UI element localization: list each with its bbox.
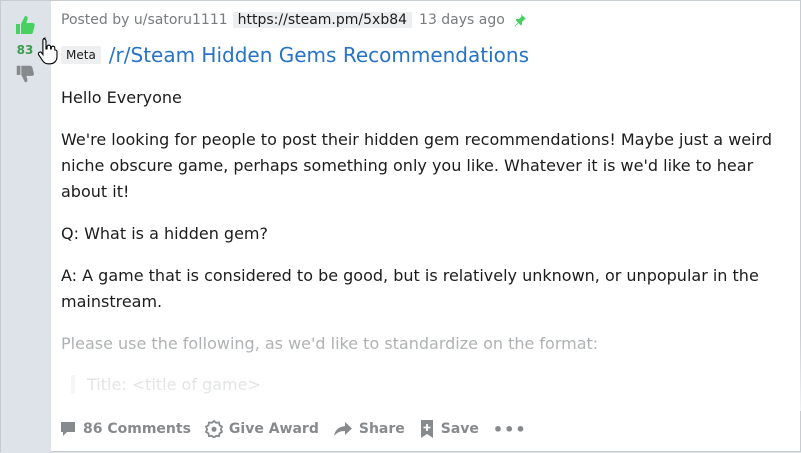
- post-age[interactable]: 13 days ago: [419, 12, 505, 28]
- posted-by[interactable]: Posted by u/satoru1111: [61, 12, 228, 28]
- post-title[interactable]: /r/Steam Hidden Gems Recommendations: [109, 43, 529, 67]
- comments-button[interactable]: 86 Comments: [59, 420, 191, 438]
- more-options-button[interactable]: •••: [493, 420, 527, 439]
- post-meta: Posted by u/satoru1111 https://steam.pm/…: [61, 12, 527, 28]
- share-icon: [333, 422, 352, 436]
- share-button[interactable]: Share: [333, 420, 405, 438]
- thumbs-up-icon[interactable]: [13, 13, 37, 37]
- comments-label: 86 Comments: [83, 421, 191, 437]
- body-paragraph: Please use the following, as we'd like t…: [61, 334, 599, 353]
- post-card: 83 Posted by u/satoru1111 https://steam.…: [0, 0, 801, 453]
- body-paragraph: A: A game that is considered to be good,…: [61, 266, 759, 311]
- award-icon: [204, 420, 223, 438]
- share-label: Share: [358, 421, 405, 437]
- post-actions: 86 Comments Give Award Share Save •••: [59, 419, 541, 439]
- post-flair[interactable]: Meta: [61, 46, 101, 64]
- body-paragraph: Q: What is a hidden gem?: [61, 224, 268, 243]
- body-paragraph: Hello Everyone: [61, 88, 182, 107]
- bookmark-icon: [420, 420, 433, 438]
- save-label: Save: [440, 421, 479, 437]
- title-row: Meta /r/Steam Hidden Gems Recommendation…: [61, 43, 529, 67]
- post-body: Hello Everyone We're looking for people …: [61, 85, 786, 373]
- vote-column: 83: [1, 1, 51, 453]
- save-button[interactable]: Save: [419, 419, 479, 439]
- pin-icon: [514, 14, 526, 27]
- body-quote: Title: <title of game>: [71, 375, 261, 394]
- post-link[interactable]: https://steam.pm/5xb84: [232, 12, 413, 28]
- body-paragraph: We're looking for people to post their h…: [61, 130, 773, 201]
- thumbs-down-icon[interactable]: [14, 63, 36, 85]
- hand-cursor-icon: [37, 37, 58, 65]
- give-award-button[interactable]: Give Award: [204, 420, 319, 438]
- award-label: Give Award: [228, 421, 319, 437]
- comment-icon: [61, 422, 75, 436]
